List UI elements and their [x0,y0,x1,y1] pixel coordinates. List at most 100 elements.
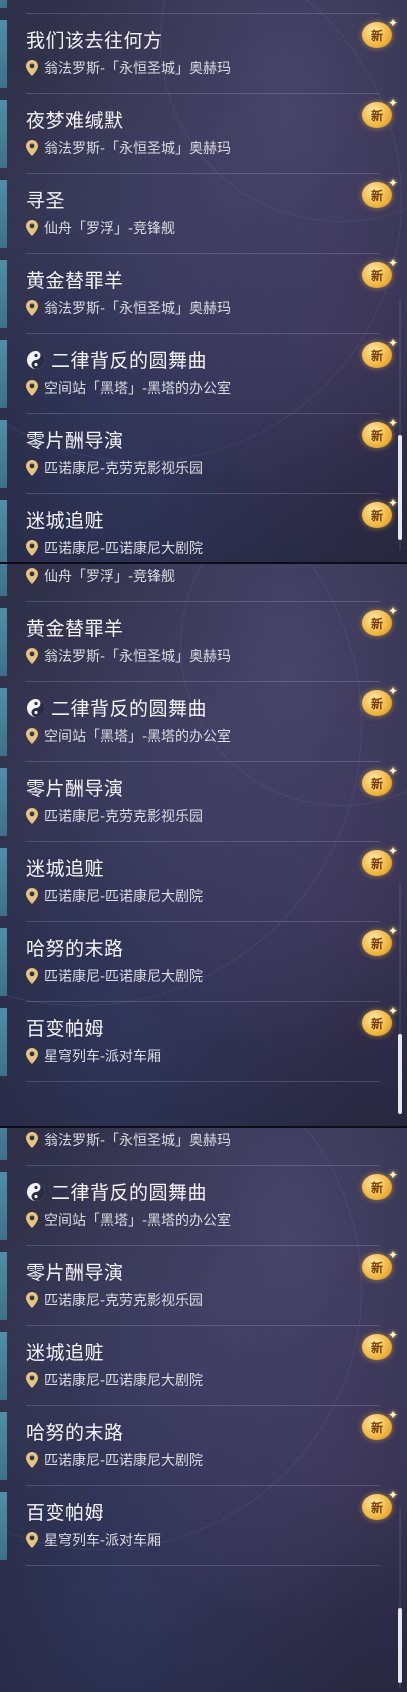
quest-title-text: 夜梦难缄默 [26,110,124,132]
quest-location-text: 仙舟「罗浮」-竞锋舰 [44,569,176,585]
sparkle-icon: ✦ [387,1328,398,1342]
new-badge-label: 新 [370,696,383,711]
quest-location: 星穹列车-派对车厢 [26,1530,161,1550]
quest-location: 匹诺康尼-匹诺康尼大剧院 [26,1450,203,1470]
quest-location: 匹诺康尼-克劳克影视乐园 [26,1290,203,1310]
quest-row[interactable]: 寻圣 仙舟「罗浮」-竞锋舰新 ✦ [0,174,398,254]
quest-row[interactable]: 二律背反的圆舞曲 空间站「黑塔」-黑塔的办公室新 ✦ [0,682,398,762]
new-badge-label: 新 [370,776,383,791]
quest-location: 仙舟「罗浮」-竞锋舰 [26,218,175,238]
new-badge-label: 新 [370,108,383,123]
quest-location-text: 翁法罗斯-「永恒圣城」奥赫玛 [44,141,232,157]
accent-bar [0,340,7,408]
quest-title-text: 零片酬导演 [26,1262,124,1284]
quest-location-text: 翁法罗斯-「永恒圣城」奥赫玛 [44,301,232,317]
new-badge: 新 ✦ [362,256,398,290]
quest-title: 零片酬导演 [26,426,124,453]
quest-title: 哈努的末路 [26,934,124,961]
quest-title-text: 迷城追赃 [26,858,105,880]
new-badge-label: 新 [370,508,383,523]
quest-title: 迷城追赃 [26,854,104,881]
new-badge-label: 新 [370,188,383,203]
quest-title: 二律背反的圆舞曲 [26,1178,207,1205]
quest-location-text: 翁法罗斯-「永恒圣城」奥赫玛 [44,649,232,665]
quest-location-text: 星穹列车-派对车厢 [44,1533,162,1549]
new-badge: 新 ✦ [362,1328,398,1362]
quest-row[interactable]: 黄金替罪羊 翁法罗斯-「永恒圣城」奥赫玛新 ✦ [0,602,398,682]
location-pin-icon [26,1532,38,1548]
sparkle-icon: ✦ [387,604,398,618]
quest-row[interactable]: 夜梦难缄默 翁法罗斯-「永恒圣城」奥赫玛新 ✦ [0,94,398,174]
yin-yang-icon [27,351,45,369]
quest-row[interactable]: 百变帕姆 星穹列车-派对车厢新 ✦ [0,1486,398,1566]
quest-title: 我们该去往何方 [26,26,163,53]
quest-location: 空间站「黑塔」-黑塔的办公室 [26,726,231,746]
quest-row-partial[interactable]: 仙舟「罗浮」-竞锋舰 [0,564,380,602]
quest-title: 夜梦难缄默 [26,106,124,133]
quest-location-text: 翁法罗斯-「永恒圣城」奥赫玛 [44,1133,232,1149]
quest-title-text: 迷城追赃 [26,1342,105,1364]
sparkle-icon: ✦ [387,16,398,30]
location-pin-icon [26,808,38,824]
new-badge-label: 新 [370,1420,383,1435]
new-badge-label: 新 [370,616,383,631]
new-badge: 新 ✦ [362,496,398,530]
location-pin-icon [26,968,38,984]
location-pin-icon [26,220,38,236]
sparkle-icon: ✦ [387,496,398,510]
quest-row-partial[interactable]: 翁法罗斯-「永恒圣城」奥赫玛 [0,1128,380,1166]
quest-location: 空间站「黑塔」-黑塔的办公室 [26,378,231,398]
scrollbar-thumb[interactable] [398,435,402,540]
quest-location: 翁法罗斯-「永恒圣城」奥赫玛 [26,646,231,666]
new-badge-label: 新 [370,1500,383,1515]
scrollbar-thumb[interactable] [398,1034,402,1114]
location-pin-icon [26,1452,38,1468]
quest-location: 匹诺康尼-匹诺康尼大剧院 [26,538,203,558]
quest-location: 星穹列车-派对车厢 [26,1046,161,1066]
quest-title-text: 黄金替罪羊 [26,270,124,292]
location-pin-icon [26,1372,38,1388]
quest-row[interactable]: 哈努的末路 匹诺康尼-匹诺康尼大剧院新 ✦ [0,1406,398,1486]
new-badge-label: 新 [370,428,383,443]
location-pin-icon [26,60,38,76]
accent-bar [0,1128,7,1160]
quest-row[interactable]: 零片酬导演 匹诺康尼-克劳克影视乐园新 ✦ [0,1246,398,1326]
quest-row[interactable]: 零片酬导演匹诺康尼-克劳克影视乐园 新 ✦ [0,414,398,494]
sparkle-icon: ✦ [387,336,398,350]
quest-row[interactable]: 哈努的末路 匹诺康尼-匹诺康尼大剧院新 ✦ [0,922,398,1002]
quest-row[interactable]: 二律背反的圆舞曲 空间站「黑塔」-黑塔的办公室新 ✦ [0,1166,398,1246]
new-badge: 新 ✦ [362,1004,398,1038]
quest-location-text: 星穹列车-派对车厢 [44,1049,162,1065]
location-pin-icon [26,728,38,744]
quest-title: 迷城追赃 [26,1338,104,1365]
quest-location: 匹诺康尼-匹诺康尼大剧院 [26,886,203,906]
quest-location: 翁法罗斯-「永恒圣城」奥赫玛 [26,1130,231,1150]
new-badge: 新 ✦ [362,604,398,638]
quest-row[interactable]: 二律背反的圆舞曲 空间站「黑塔」-黑塔的办公室新 ✦ [0,334,398,414]
quest-title: 二律背反的圆舞曲 [26,346,207,373]
new-badge: 新 ✦ [362,844,398,878]
location-pin-icon [26,568,38,584]
quest-row[interactable]: 黄金替罪羊翁法罗斯-「永恒圣城」奥赫玛 新 ✦ [0,254,398,334]
location-pin-icon [26,380,38,396]
quest-row-partial [0,0,380,14]
divider [26,1565,380,1566]
quest-row[interactable]: 迷城追赃匹诺康尼-匹诺康尼大剧院 新 ✦ [0,842,398,922]
sparkle-icon: ✦ [387,416,398,430]
quest-row[interactable]: 迷城追赃 匹诺康尼-匹诺康尼大剧院新 ✦ [0,494,398,562]
new-badge-label: 新 [370,1016,383,1031]
quest-list-panel-1: 我们该去往何方 翁法罗斯-「永恒圣城」奥赫玛新 ✦ 夜梦难缄默 翁法罗斯-「永恒圣城」奥… [0,0,407,562]
scrollbar-thumb[interactable] [398,1608,402,1683]
accent-bar [0,100,7,168]
quest-location: 匹诺康尼-克劳克影视乐园 [26,458,203,478]
quest-row[interactable]: 迷城追赃 匹诺康尼-匹诺康尼大剧院新 ✦ [0,1326,398,1406]
location-pin-icon [26,1132,38,1148]
quest-row[interactable]: 我们该去往何方 翁法罗斯-「永恒圣城」奥赫玛新 ✦ [0,14,398,94]
quest-row[interactable]: 零片酬导演 匹诺康尼-克劳克影视乐园新 ✦ [0,762,398,842]
quest-location-text: 匹诺康尼-匹诺康尼大剧院 [44,541,204,557]
accent-bar [0,20,7,88]
quest-title-text: 零片酬导演 [26,778,124,800]
accent-bar [0,1332,7,1400]
quest-row[interactable]: 百变帕姆 星穹列车-派对车厢新 ✦ [0,1002,398,1082]
sparkle-icon: ✦ [387,176,398,190]
